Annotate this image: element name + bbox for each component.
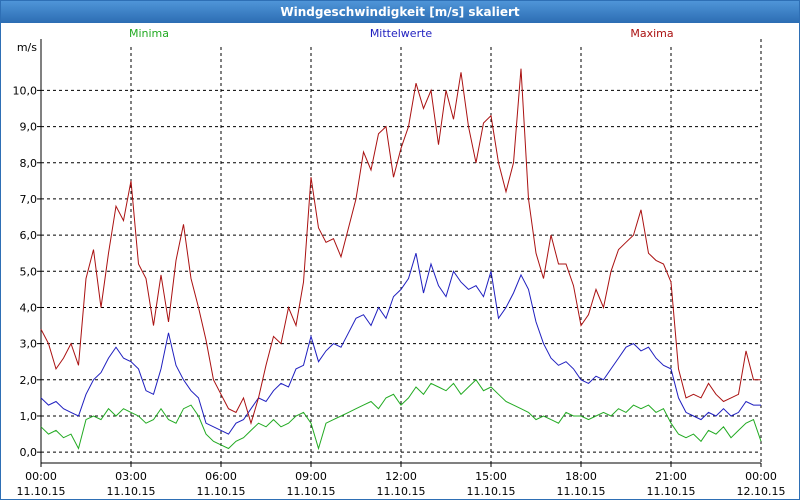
legend-entry-mittelwerte: Mittelwerte <box>370 27 433 40</box>
y-axis-label: m/s <box>17 41 37 54</box>
x-tick-time: 12:00 <box>385 470 417 483</box>
y-tick-label: 3,0 <box>20 338 38 351</box>
y-tick-label: 2,0 <box>20 374 38 387</box>
y-tick-label: 9,0 <box>20 121 38 134</box>
y-tick-label: 5,0 <box>20 265 38 278</box>
x-axis-ticks: 00:00 11.10.15 03:00 11.10.15 06:00 11.10.15 0… <box>17 470 786 498</box>
x-tick-date: 12.10.15 <box>737 485 786 498</box>
x-tick-date: 11.10.15 <box>557 485 606 498</box>
y-tick-label: 10,0 <box>13 84 38 97</box>
wind-speed-chart: 0,0 1,0 2,0 3,0 4,0 5,0 6,0 7,0 8,0 9,0 10,0 00:00… <box>13 27 786 498</box>
legend: Minima Mittelwerte Maxima <box>129 27 674 40</box>
x-tick-time: 06:00 <box>205 470 237 483</box>
y-tick-label: 0,0 <box>20 446 38 459</box>
x-tick-time: 21:00 <box>655 470 687 483</box>
legend-entry-minima: Minima <box>129 27 169 40</box>
x-tick-time: 15:00 <box>475 470 507 483</box>
y-tick-label: 1,0 <box>20 410 38 423</box>
x-tick-date: 11.10.15 <box>647 485 696 498</box>
y-axis-ticks: 0,0 1,0 2,0 3,0 4,0 5,0 6,0 7,0 8,0 9,0 10,0 <box>13 84 38 459</box>
x-tick-time: 00:00 <box>25 470 57 483</box>
x-tick-time: 09:00 <box>295 470 327 483</box>
chart-window: Windgeschwindigkeit [m/s] skaliert 0,0 1,… <box>0 0 800 500</box>
x-tick-date: 11.10.15 <box>377 485 426 498</box>
y-tick-label: 4,0 <box>20 301 38 314</box>
legend-entry-maxima: Maxima <box>630 27 673 40</box>
x-tick-date: 11.10.15 <box>287 485 336 498</box>
x-tick-time: 18:00 <box>565 470 597 483</box>
x-tick-date: 11.10.15 <box>17 485 66 498</box>
x-tick-date: 11.10.15 <box>467 485 516 498</box>
y-tick-label: 8,0 <box>20 157 38 170</box>
grid <box>41 47 761 463</box>
x-tick-date: 11.10.15 <box>197 485 246 498</box>
x-tick-date: 11.10.15 <box>107 485 156 498</box>
x-tick-time: 00:00 <box>745 470 777 483</box>
y-tick-label: 7,0 <box>20 193 38 206</box>
y-tick-label: 6,0 <box>20 229 38 242</box>
x-tick-time: 03:00 <box>115 470 147 483</box>
